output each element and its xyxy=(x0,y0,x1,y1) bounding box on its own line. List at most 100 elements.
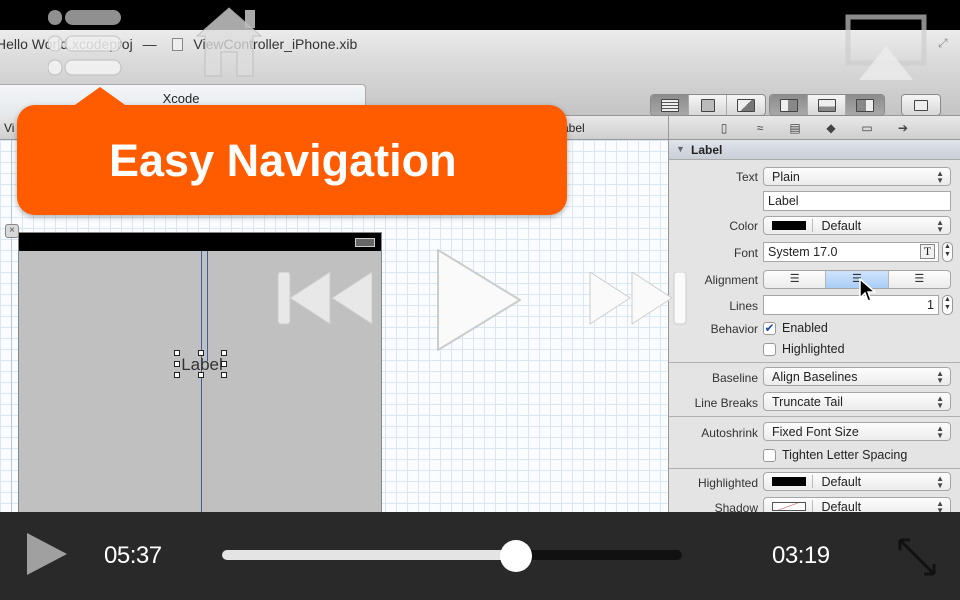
debug-area-toggle[interactable] xyxy=(808,95,846,115)
popup-arrows-icon: ▲ ▼ xyxy=(936,218,944,234)
battery-icon xyxy=(355,238,375,247)
resize-handle[interactable] xyxy=(221,372,227,378)
seek-track[interactable] xyxy=(222,550,682,560)
status-bar xyxy=(19,233,381,251)
font-picker-icon[interactable]: T xyxy=(920,244,935,259)
home-icon[interactable] xyxy=(195,6,263,78)
assistant-editor-icon xyxy=(700,98,715,112)
video-player-controls: 05:37 03:19 xyxy=(0,512,960,600)
resize-handle[interactable] xyxy=(221,361,227,367)
highlighted-check-label: Highlighted xyxy=(782,342,845,356)
text-type-value: Plain xyxy=(772,170,800,184)
identity-inspector-icon[interactable]: ▤ xyxy=(788,121,802,135)
separator xyxy=(812,475,813,488)
spacing-guide-line xyxy=(207,251,208,361)
separator xyxy=(812,500,813,512)
elapsed-time: 05:37 xyxy=(104,542,162,569)
linebreaks-label: Line Breaks xyxy=(694,396,758,410)
shadow-swatch xyxy=(772,502,806,511)
baseline-value: Align Baselines xyxy=(772,370,858,384)
mouse-cursor-icon xyxy=(859,278,878,302)
resize-handle[interactable] xyxy=(198,372,204,378)
play-button-icon[interactable] xyxy=(26,532,68,576)
expand-icon[interactable] xyxy=(896,536,938,578)
enabled-label: Enabled xyxy=(782,321,828,335)
baseline-popup[interactable]: Align Baselines ▲ ▼ xyxy=(763,367,951,386)
center-play-icon[interactable] xyxy=(432,244,526,356)
color-swatch xyxy=(772,477,806,486)
connections-inspector-icon[interactable]: ➔ xyxy=(896,121,910,135)
divider xyxy=(669,468,960,469)
resize-handle[interactable] xyxy=(221,350,227,356)
resize-handle[interactable] xyxy=(174,350,180,356)
color-swatch xyxy=(772,221,806,230)
autoshrink-value: Fixed Font Size xyxy=(772,425,859,439)
airplay-icon[interactable] xyxy=(845,14,927,84)
align-right-button[interactable]: ☰ xyxy=(889,271,950,288)
autoshrink-label: Autoshrink xyxy=(701,426,758,440)
font-size-stepper[interactable]: ▲ ▼ xyxy=(942,242,953,262)
view-segmented-control xyxy=(769,94,885,116)
fullscreen-icon[interactable]: ⤢ xyxy=(938,36,952,50)
navigator-toggle[interactable] xyxy=(770,95,808,115)
resize-handle[interactable] xyxy=(174,372,180,378)
highlighted-checkbox[interactable] xyxy=(763,343,776,356)
utilities-toggle[interactable] xyxy=(846,95,884,115)
color-popup[interactable]: Default ▲ ▼ xyxy=(763,216,951,235)
popup-arrows-icon: ▲ ▼ xyxy=(936,369,944,385)
label-section-header[interactable]: ▼ Label xyxy=(669,140,960,160)
text-label: Text xyxy=(735,170,758,184)
inspector-tabs: ▯ ≈ ▤ ◆ ▭ ➔ xyxy=(669,116,960,140)
resize-handle[interactable] xyxy=(198,350,204,356)
text-content-field[interactable]: Label xyxy=(763,191,951,211)
file-inspector-icon[interactable]: ▯ xyxy=(717,121,731,135)
attributes-inspector-icon[interactable]: ◆ xyxy=(824,121,838,135)
highlighted-color-popup[interactable]: Default ▲ ▼ xyxy=(763,472,951,491)
disclosure-triangle-icon[interactable]: ▼ xyxy=(676,144,685,154)
font-label: Font xyxy=(733,246,758,260)
title-separator: — xyxy=(142,36,157,52)
quick-help-icon[interactable]: ≈ xyxy=(753,121,767,135)
lines-field[interactable]: 1 xyxy=(763,295,939,315)
top-black-bar xyxy=(0,0,960,30)
linebreaks-value: Truncate Tail xyxy=(772,395,843,409)
size-inspector-icon[interactable]: ▭ xyxy=(860,121,874,135)
version-editor-icon xyxy=(737,98,755,112)
skip-forward-icon[interactable] xyxy=(588,272,688,328)
seek-thumb[interactable] xyxy=(500,540,533,572)
lines-stepper[interactable]: ▲ ▼ xyxy=(942,295,953,315)
align-left-button[interactable]: ☰ xyxy=(764,271,827,288)
shadow-label: Shadow xyxy=(714,501,758,512)
attributes-inspector: ▯ ≈ ▤ ◆ ▭ ➔ ▼ Label Text Plain ▲ ▼ Label … xyxy=(668,116,960,512)
color-label: Color xyxy=(729,219,758,233)
highlighted-color-value: Default xyxy=(821,475,862,489)
text-type-popup[interactable]: Plain ▲ ▼ xyxy=(763,167,951,186)
resize-handle[interactable] xyxy=(174,361,180,367)
version-editor-button[interactable] xyxy=(727,95,765,115)
font-field[interactable]: System 17.0 T xyxy=(763,242,939,262)
popup-arrows-icon: ▲ ▼ xyxy=(936,474,944,490)
shadow-popup[interactable]: Default ▲ ▼ xyxy=(763,497,951,512)
assistant-editor-button[interactable] xyxy=(689,95,727,115)
xib-file-icon xyxy=(172,38,184,51)
popup-arrows-icon: ▲ ▼ xyxy=(936,394,944,410)
list-menu-icon[interactable] xyxy=(48,8,122,78)
utilities-pane-icon xyxy=(856,98,874,112)
remaining-time: 03:19 xyxy=(772,542,830,569)
linebreaks-popup[interactable]: Truncate Tail ▲ ▼ xyxy=(763,392,951,411)
standard-editor-button[interactable] xyxy=(651,95,689,115)
close-view-icon[interactable]: × xyxy=(5,224,19,238)
window-titlebar: Hello World.xcodeproj — ViewController_i… xyxy=(0,30,960,58)
tighten-checkbox[interactable] xyxy=(763,449,776,462)
separator xyxy=(812,219,813,232)
activity-text: Xcode xyxy=(162,91,200,106)
autoshrink-popup[interactable]: Fixed Font Size ▲ ▼ xyxy=(763,422,951,441)
shadow-value: Default xyxy=(821,500,862,512)
enabled-checkbox[interactable]: ✔ xyxy=(763,322,776,335)
jumpbar-crumb-left[interactable]: Vi xyxy=(4,121,14,135)
organizer-button[interactable] xyxy=(902,95,940,115)
skip-back-icon[interactable] xyxy=(276,272,376,328)
debug-pane-icon xyxy=(817,98,836,112)
callout-text: Easy Navigation xyxy=(109,135,457,186)
editor-segmented-control xyxy=(650,94,766,116)
